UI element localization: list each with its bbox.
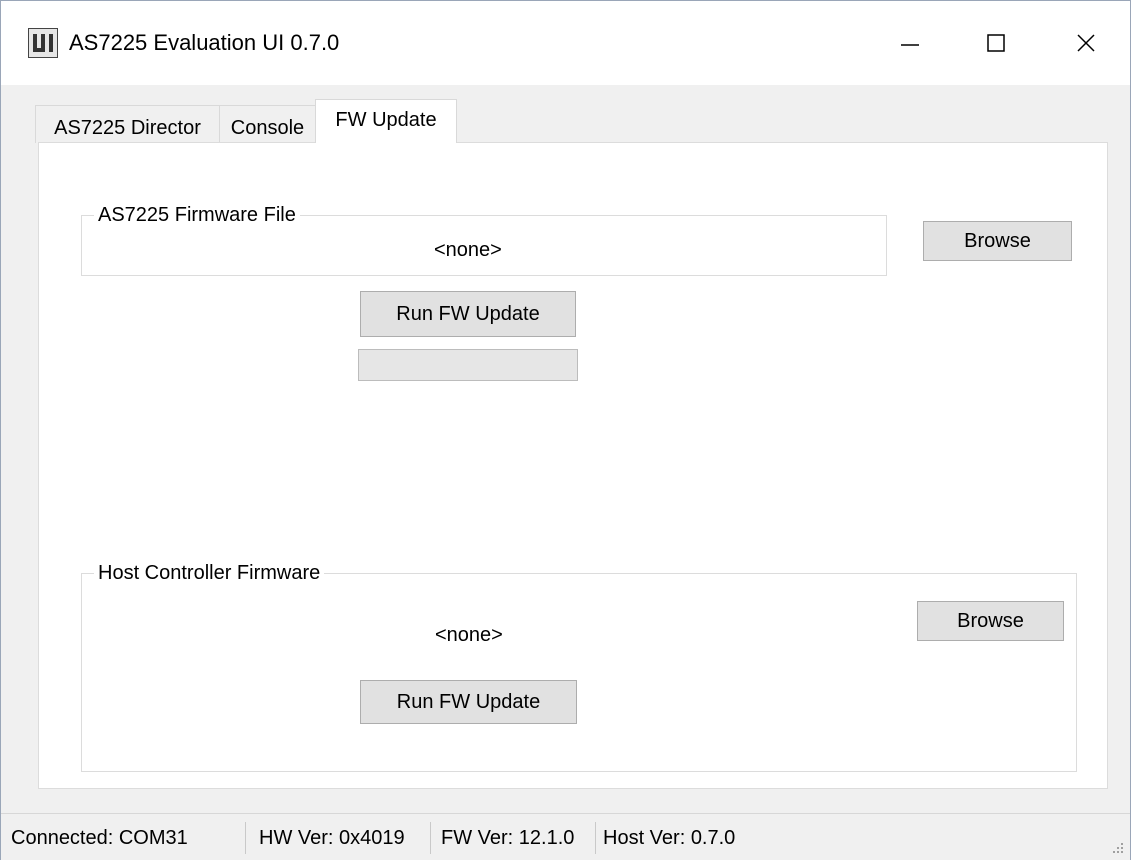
as7225-browse-button[interactable]: Browse <box>923 221 1072 261</box>
maximize-button[interactable] <box>963 17 1029 69</box>
window-title: AS7225 Evaluation UI 0.7.0 <box>69 30 340 55</box>
status-divider <box>430 822 431 854</box>
as7225-fw-update-progress-bar <box>358 349 578 381</box>
app-window: AS7225 Evaluation UI 0.7.0 AS7225 Direct… <box>0 0 1131 860</box>
fw-update-panel: AS7225 Firmware File <none> Browse Run F… <box>38 142 1108 789</box>
app-logo-icon <box>28 28 58 58</box>
status-divider <box>595 822 596 854</box>
maximize-icon <box>987 34 1005 52</box>
title-bar[interactable]: AS7225 Evaluation UI 0.7.0 <box>1 1 1130 85</box>
as7225-firmware-file-value: <none> <box>434 239 502 261</box>
status-host-version: Host Ver: 0.7.0 <box>603 827 736 849</box>
tab-console[interactable]: Console <box>219 105 316 143</box>
resize-grip-icon[interactable] <box>1110 840 1124 854</box>
status-hw-version: HW Ver: 0x4019 <box>259 827 405 849</box>
host-firmware-group-title: Host Controller Firmware <box>94 561 325 585</box>
as7225-firmware-group: AS7225 Firmware File <none> <box>81 203 887 276</box>
close-button[interactable] <box>1053 17 1119 69</box>
host-browse-button[interactable]: Browse <box>917 601 1064 641</box>
minimize-button[interactable] <box>877 17 943 69</box>
as7225-run-fw-update-button[interactable]: Run FW Update <box>360 291 576 337</box>
minimize-icon <box>901 44 919 46</box>
status-connected: Connected: COM31 <box>11 827 188 849</box>
status-divider <box>245 822 246 854</box>
tab-fw-update[interactable]: FW Update <box>315 99 457 143</box>
status-bar: Connected: COM31 HW Ver: 0x4019 FW Ver: … <box>1 813 1130 860</box>
as7225-firmware-group-title: AS7225 Firmware File <box>94 203 300 227</box>
status-fw-version: FW Ver: 12.1.0 <box>441 827 575 849</box>
host-firmware-group: Host Controller Firmware <none> Browse R… <box>81 561 1077 772</box>
host-firmware-file-value: <none> <box>435 624 503 646</box>
close-icon <box>1077 34 1095 52</box>
host-run-fw-update-button[interactable]: Run FW Update <box>360 680 577 724</box>
tab-as7225-director[interactable]: AS7225 Director <box>35 105 220 143</box>
